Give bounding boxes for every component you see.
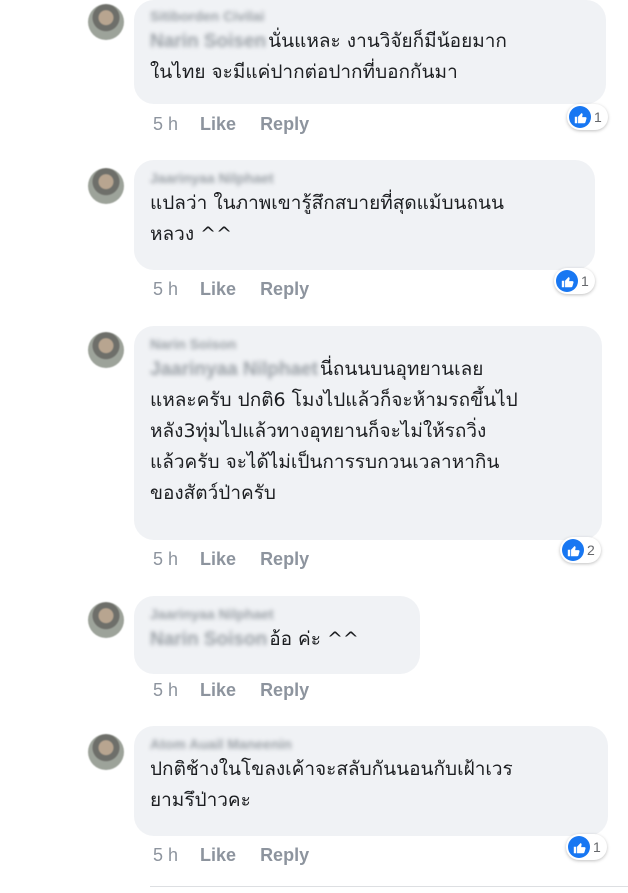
reaction-count[interactable]: 2 (560, 537, 601, 563)
mention-link[interactable]: Jaarinyaa Nilphaet (150, 354, 318, 385)
comment-actions: 5 h Like Reply (153, 680, 309, 701)
comment-text: แปลว่า ในภาพเขารู้สึกสบายที่สุดแม้บนถนน … (150, 192, 504, 245)
thumbs-up-icon (562, 539, 584, 561)
timestamp[interactable]: 5 h (153, 114, 178, 134)
timestamp[interactable]: 5 h (153, 549, 178, 569)
reply-button[interactable]: Reply (260, 845, 309, 865)
comment-bubble: Jaarinyaa Nilphaet Narin Soison อ้อ ค่ะ ^… (134, 596, 420, 674)
avatar[interactable] (88, 602, 124, 638)
reaction-count[interactable]: 1 (567, 104, 608, 130)
like-button[interactable]: Like (200, 680, 236, 700)
reply-button[interactable]: Reply (260, 279, 309, 299)
mention-link[interactable]: Narin Soisen (150, 26, 266, 57)
comment-bubble: Narin Soison Jaarinyaa Nilphaet นี่ถนนบนอ… (134, 326, 602, 540)
comment-bubble: Sitiborden Civilai Narin Soisen นั่นแหละ … (134, 0, 606, 104)
like-button[interactable]: Like (200, 114, 236, 134)
reaction-count[interactable]: 1 (554, 268, 595, 294)
like-button[interactable]: Like (200, 279, 236, 299)
author-name[interactable]: Narin Soison (150, 336, 586, 352)
reaction-count[interactable]: 1 (566, 834, 607, 860)
reply-button[interactable]: Reply (260, 680, 309, 700)
author-name[interactable]: Jaarinyaa Nilphaet (150, 170, 579, 186)
comment-actions: 5 h Like Reply (153, 279, 309, 300)
avatar[interactable] (88, 168, 124, 204)
author-name[interactable]: Sitiborden Civilai (150, 8, 590, 24)
like-button[interactable]: Like (200, 845, 236, 865)
like-button[interactable]: Like (200, 549, 236, 569)
reply-button[interactable]: Reply (260, 114, 309, 134)
reply-button[interactable]: Reply (260, 549, 309, 569)
comment-bubble: Atom Auail Maneenin ปกติช้างในโขลงเค้าจะ… (134, 726, 608, 836)
comment-text: Narin Soison อ้อ ค่ะ ^^ (150, 624, 404, 655)
thumbs-up-icon (556, 270, 578, 292)
comment-bubble: Jaarinyaa Nilphaet แปลว่า ในภาพเขารู้สึก… (134, 160, 595, 270)
divider (150, 886, 628, 887)
timestamp[interactable]: 5 h (153, 680, 178, 700)
avatar[interactable] (88, 734, 124, 770)
comment-text: ปกติช้างในโขลงเค้าจะสลับกันนอนกับเฝ้าเวร… (150, 758, 513, 811)
author-name[interactable]: Atom Auail Maneenin (150, 736, 592, 752)
comment-actions: 5 h Like Reply (153, 845, 309, 866)
comment-text: Narin Soisen นั่นแหละ งานวิจัยก็มีน้อยมาก… (150, 26, 590, 88)
timestamp[interactable]: 5 h (153, 279, 178, 299)
avatar[interactable] (88, 4, 124, 40)
comment-text: Jaarinyaa Nilphaet นี่ถนนบนอุทยานเลย แหละ… (150, 354, 586, 509)
comment-actions: 5 h Like Reply (153, 114, 309, 135)
timestamp[interactable]: 5 h (153, 845, 178, 865)
mention-link[interactable]: Narin Soison (150, 624, 267, 655)
thumbs-up-icon (569, 106, 591, 128)
avatar[interactable] (88, 332, 124, 368)
thumbs-up-icon (568, 836, 590, 858)
comment-actions: 5 h Like Reply (153, 549, 309, 570)
author-name[interactable]: Jaarinyaa Nilphaet (150, 606, 404, 622)
